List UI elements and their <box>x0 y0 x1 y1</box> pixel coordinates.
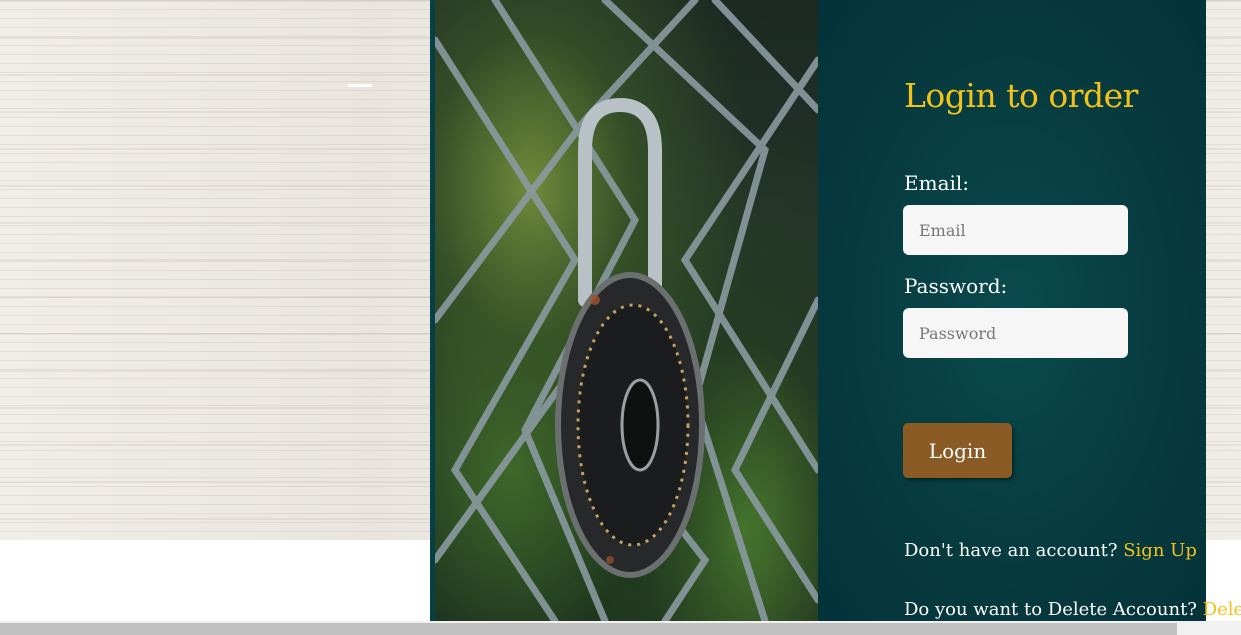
login-title: Login to order <box>904 76 1138 115</box>
signup-prompt-row: Don't have an account? Sign Up <box>904 540 1197 561</box>
delete-prompt-row: Do you want to Delete Account? Delete <box>904 599 1241 620</box>
delete-link[interactable]: Delete <box>1203 599 1241 620</box>
padlock-fence-illustration <box>435 0 818 621</box>
delete-prompt: Do you want to Delete Account? <box>904 599 1197 620</box>
email-input[interactable] <box>903 205 1128 255</box>
password-input[interactable] <box>903 308 1128 358</box>
login-button[interactable]: Login <box>903 423 1012 478</box>
background-mark <box>348 84 372 87</box>
padlock-fence-image <box>435 0 818 621</box>
signup-prompt: Don't have an account? <box>904 540 1118 561</box>
email-label: Email: <box>904 171 970 195</box>
password-label: Password: <box>904 274 1008 298</box>
scrollbar-thumb[interactable] <box>0 623 1177 635</box>
signup-link[interactable]: Sign Up <box>1123 540 1197 561</box>
